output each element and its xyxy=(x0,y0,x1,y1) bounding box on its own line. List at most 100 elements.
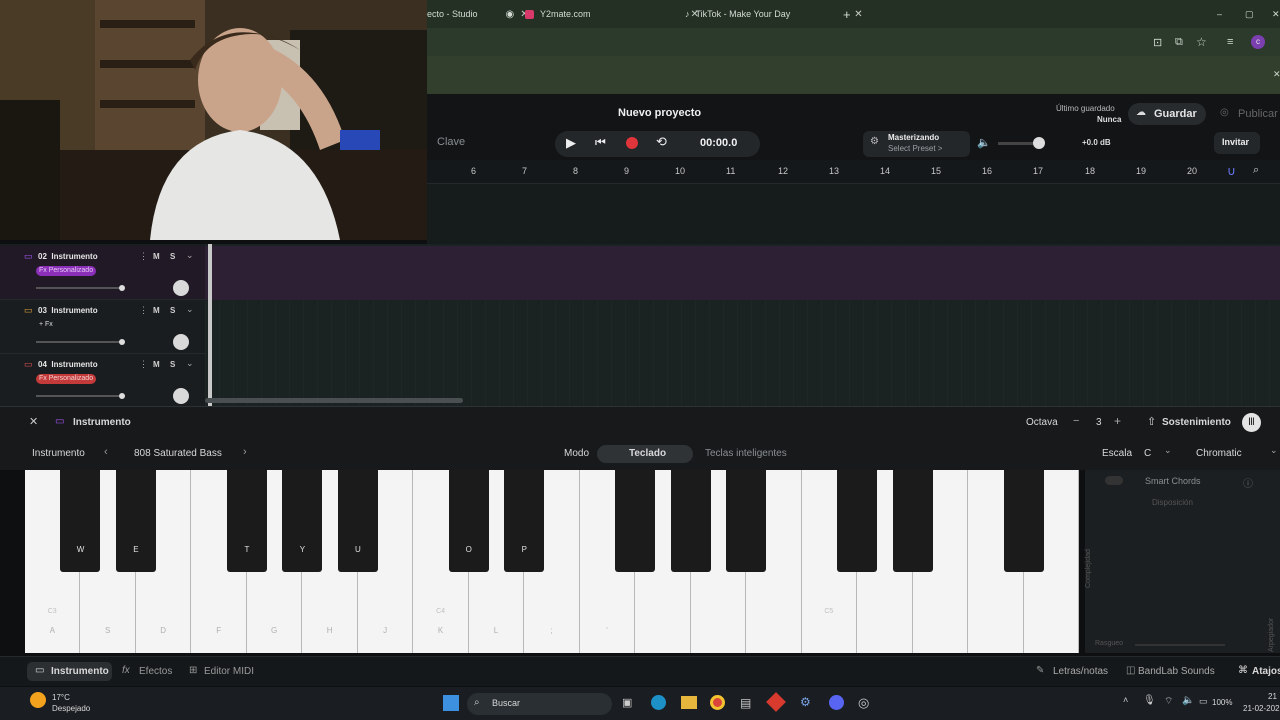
scale-key-select[interactable]: C xyxy=(1144,448,1151,459)
track-row[interactable]: ▭ 02 Instrumento ⋮ M S ⌄ Fx Personalizad… xyxy=(0,246,205,300)
task-view-icon[interactable]: ▣ xyxy=(622,696,632,709)
more-icon[interactable]: ⋮ xyxy=(139,305,148,316)
search-box[interactable] xyxy=(467,693,612,715)
smart-chords-toggle[interactable] xyxy=(1105,476,1123,485)
piano-black-key[interactable]: P xyxy=(504,470,545,572)
octave-down-button[interactable]: − xyxy=(1073,415,1079,427)
piano-view-icon[interactable]: Ⅲ xyxy=(1242,413,1261,432)
track-volume-slider[interactable] xyxy=(36,287,122,289)
piano-black-key[interactable] xyxy=(726,470,767,572)
track-name[interactable]: 02 Instrumento xyxy=(38,252,98,261)
close-icon[interactable]: ✕ xyxy=(1273,69,1280,80)
lyrics-button[interactable]: Letras/notas xyxy=(1053,666,1108,677)
windows-start-icon[interactable] xyxy=(443,695,459,711)
battery-icon[interactable]: ▭ xyxy=(1199,696,1208,707)
piano-black-key[interactable]: U xyxy=(337,470,378,572)
piano-black-key[interactable] xyxy=(1003,470,1044,572)
playlist-icon[interactable]: ≡ xyxy=(1227,36,1233,48)
volume-icon[interactable]: 🔈 xyxy=(977,136,991,149)
volume-slider-handle[interactable] xyxy=(1033,137,1045,149)
chrome-icon[interactable] xyxy=(710,695,725,710)
add-fx-button[interactable]: + Fx xyxy=(36,320,56,330)
microphone-icon[interactable]: 🎙 xyxy=(1143,695,1156,706)
piano-black-key[interactable] xyxy=(892,470,933,572)
cast-icon[interactable]: ⧉ xyxy=(1175,36,1183,49)
magnet-icon[interactable]: ∪ xyxy=(1227,164,1236,178)
clock-time[interactable]: 21 xyxy=(1268,692,1277,701)
maximize-button[interactable]: ▢ xyxy=(1245,4,1254,24)
track-name[interactable]: 04 Instrumento xyxy=(38,360,98,369)
track-volume-slider[interactable] xyxy=(36,341,122,343)
rewind-button[interactable]: ⏮ xyxy=(595,135,606,150)
project-title[interactable]: Nuevo proyecto xyxy=(618,107,701,119)
pan-knob[interactable] xyxy=(173,334,189,350)
prev-preset-button[interactable]: ‹ xyxy=(104,446,108,458)
new-tab-button[interactable]: + xyxy=(843,4,851,24)
chevron-down-icon[interactable]: ⌄ xyxy=(1270,445,1278,456)
chevron-down-icon[interactable]: ⌄ xyxy=(186,250,194,261)
mute-button[interactable]: M xyxy=(153,252,160,261)
bandlab-sounds-button[interactable]: BandLab Sounds xyxy=(1138,666,1215,677)
close-window-button[interactable]: ✕ xyxy=(1272,4,1280,24)
key-button[interactable]: Clave xyxy=(437,136,465,148)
timeline-ruler[interactable]: 6 7 8 9 10 11 12 13 14 15 16 17 18 19 20… xyxy=(427,160,1280,184)
piano-black-key[interactable]: O xyxy=(448,470,489,572)
pan-knob[interactable] xyxy=(173,280,189,296)
file-explorer-icon[interactable] xyxy=(681,696,697,709)
record-button[interactable] xyxy=(626,137,638,149)
mute-button[interactable]: M xyxy=(153,360,160,369)
slider-handle[interactable] xyxy=(119,393,125,399)
mode-smart-tab[interactable]: Teclas inteligentes xyxy=(705,448,787,459)
chevron-down-icon[interactable]: ⌄ xyxy=(186,304,194,315)
discord-icon[interactable] xyxy=(829,695,844,710)
fx-badge[interactable]: Fx Personalizado xyxy=(36,266,97,276)
solo-button[interactable]: S xyxy=(170,306,175,315)
close-icon[interactable]: ✕ xyxy=(29,415,38,428)
octave-up-button[interactable]: + xyxy=(1114,414,1121,428)
play-button[interactable]: ▶ xyxy=(566,135,576,151)
more-icon[interactable]: ⋮ xyxy=(139,359,148,370)
store-icon[interactable]: ▤ xyxy=(740,696,751,710)
speaker-icon[interactable]: 🔈 xyxy=(1182,695,1194,706)
star-icon[interactable]: ☆ xyxy=(1196,35,1207,49)
sustain-button[interactable]: Sostenimiento xyxy=(1162,417,1231,428)
piano-black-key[interactable]: E xyxy=(115,470,156,572)
publish-button[interactable]: Publicar xyxy=(1238,108,1278,120)
piano-black-key[interactable]: T xyxy=(226,470,267,572)
loop-button[interactable]: ⟲ xyxy=(656,134,667,150)
shortcuts-button[interactable]: Atajos xyxy=(1252,666,1280,677)
track-row[interactable]: ▭ 04 Instrumento ⋮ M S ⌄ Fx Personalizad… xyxy=(0,354,205,408)
chevron-down-icon[interactable]: ⌄ xyxy=(186,358,194,369)
wifi-icon[interactable]: ⌔ xyxy=(1164,695,1173,708)
tray-chevron-icon[interactable]: ˄ xyxy=(1123,695,1128,705)
track-volume-slider[interactable] xyxy=(36,395,122,397)
solo-button[interactable]: S xyxy=(170,360,175,369)
tab-midi-editor[interactable]: Editor MIDI xyxy=(204,666,254,677)
tab-tiktok[interactable]: ♪ TikTok - Make Your Day ✕ xyxy=(685,4,863,24)
piano-black-key[interactable] xyxy=(670,470,711,572)
avatar[interactable]: c xyxy=(1251,35,1265,49)
info-icon[interactable]: ⓘ xyxy=(1243,475,1253,490)
next-preset-button[interactable]: › xyxy=(243,446,247,458)
tab-studio[interactable]: ecto - Studio ◉ ✕ xyxy=(427,4,529,24)
screenshot-icon[interactable]: ⊡ xyxy=(1153,36,1162,49)
preset-name[interactable]: 808 Saturated Bass xyxy=(134,448,222,459)
slider-handle[interactable] xyxy=(119,285,125,291)
tab-y2mate[interactable]: Y2mate.com ✕ xyxy=(525,4,699,24)
app-icon[interactable] xyxy=(766,692,786,712)
pan-knob[interactable] xyxy=(173,388,189,404)
fx-badge[interactable]: Fx Personalizado xyxy=(36,374,97,384)
mute-button[interactable]: M xyxy=(153,306,160,315)
chevron-down-icon[interactable]: ⌄ xyxy=(1164,445,1172,456)
obs-icon[interactable]: ◎ xyxy=(858,695,869,711)
zoom-icon[interactable]: ⌕ xyxy=(1253,164,1259,177)
solo-button[interactable]: S xyxy=(170,252,175,261)
strum-slider[interactable] xyxy=(1135,644,1225,646)
track-region-selected[interactable] xyxy=(205,246,1280,300)
minimize-button[interactable]: – xyxy=(1217,4,1222,24)
app-icon[interactable]: ⚙ xyxy=(800,695,811,709)
piano-black-key[interactable] xyxy=(615,470,656,572)
horizontal-scrollbar[interactable] xyxy=(205,398,463,403)
timeline-upper-area[interactable] xyxy=(427,184,1280,244)
piano-black-key[interactable] xyxy=(837,470,878,572)
